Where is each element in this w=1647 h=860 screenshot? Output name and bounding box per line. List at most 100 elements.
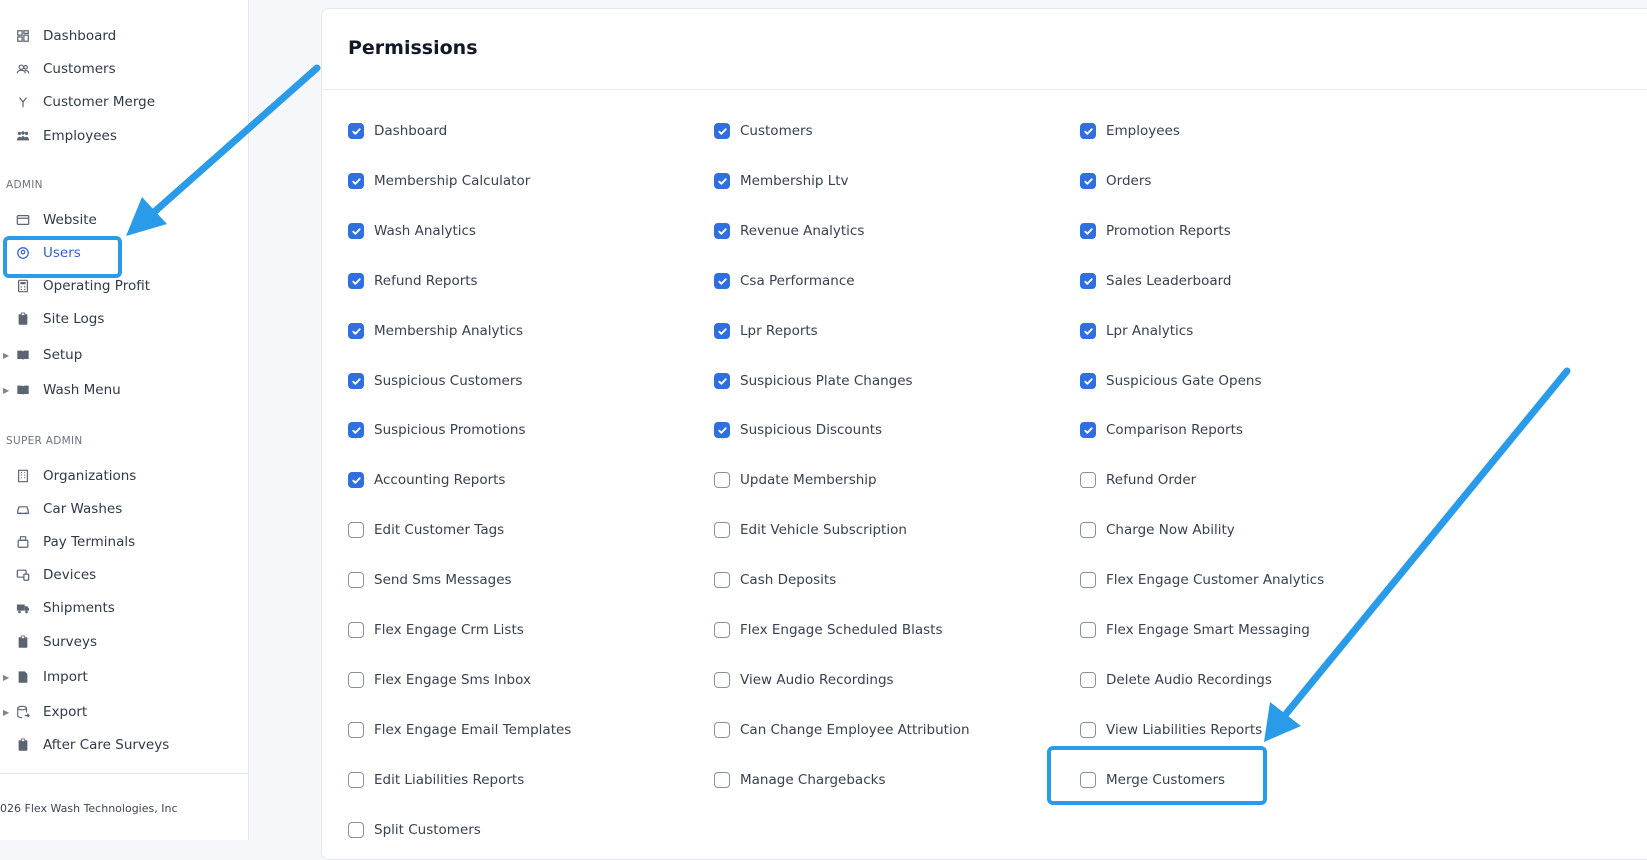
permission-customers[interactable]: Customers <box>714 120 813 142</box>
checkbox-checked[interactable] <box>1080 323 1096 339</box>
checkbox-checked[interactable] <box>348 422 364 438</box>
permission-send-sms-messages[interactable]: Send Sms Messages <box>348 569 512 591</box>
permission-update-membership[interactable]: Update Membership <box>714 469 877 491</box>
chevron-right-icon[interactable]: ▶ <box>3 351 9 360</box>
permission-flex-engage-smart-messaging[interactable]: Flex Engage Smart Messaging <box>1080 619 1310 641</box>
permission-refund-order[interactable]: Refund Order <box>1080 469 1196 491</box>
permission-can-change-employee-attribution[interactable]: Can Change Employee Attribution <box>714 719 970 741</box>
chevron-right-icon[interactable]: ▶ <box>3 386 9 395</box>
permission-accounting-reports[interactable]: Accounting Reports <box>348 469 505 491</box>
permission-refund-reports[interactable]: Refund Reports <box>348 270 478 292</box>
permission-employees[interactable]: Employees <box>1080 120 1180 142</box>
permission-wash-analytics[interactable]: Wash Analytics <box>348 220 476 242</box>
sidebar-item-customers[interactable]: Customers <box>0 55 116 83</box>
checkbox-checked[interactable] <box>714 422 730 438</box>
sidebar-item-wash-menu[interactable]: ▶ Wash Menu <box>0 376 121 404</box>
permission-revenue-analytics[interactable]: Revenue Analytics <box>714 220 864 242</box>
checkbox-checked[interactable] <box>714 323 730 339</box>
sidebar-item-export[interactable]: ▶ Export <box>0 698 87 726</box>
checkbox-unchecked[interactable] <box>714 472 730 488</box>
checkbox-checked[interactable] <box>714 123 730 139</box>
sidebar-item-organizations[interactable]: Organizations <box>0 462 136 490</box>
checkbox-checked[interactable] <box>714 273 730 289</box>
permission-dashboard[interactable]: Dashboard <box>348 120 447 142</box>
sidebar-item-import[interactable]: ▶ Import <box>0 663 88 691</box>
permission-suspicious-discounts[interactable]: Suspicious Discounts <box>714 419 882 441</box>
permission-flex-engage-sms-inbox[interactable]: Flex Engage Sms Inbox <box>348 669 531 691</box>
checkbox-checked[interactable] <box>348 273 364 289</box>
checkbox-unchecked[interactable] <box>714 522 730 538</box>
permission-promotion-reports[interactable]: Promotion Reports <box>1080 220 1231 242</box>
chevron-right-icon[interactable]: ▶ <box>3 708 9 717</box>
sidebar-item-website[interactable]: Website <box>0 206 97 234</box>
sidebar-item-after-care-surveys[interactable]: After Care Surveys <box>0 731 169 759</box>
permission-suspicious-plate-changes[interactable]: Suspicious Plate Changes <box>714 370 913 392</box>
checkbox-unchecked[interactable] <box>1080 472 1096 488</box>
checkbox-unchecked[interactable] <box>1080 622 1096 638</box>
sidebar-item-dashboard[interactable]: Dashboard <box>0 22 116 50</box>
permission-orders[interactable]: Orders <box>1080 170 1151 192</box>
permission-membership-ltv[interactable]: Membership Ltv <box>714 170 849 192</box>
permission-edit-vehicle-subscription[interactable]: Edit Vehicle Subscription <box>714 519 907 541</box>
sidebar-item-surveys[interactable]: Surveys <box>0 628 97 656</box>
checkbox-unchecked[interactable] <box>348 572 364 588</box>
checkbox-checked[interactable] <box>348 373 364 389</box>
checkbox-unchecked[interactable] <box>714 722 730 738</box>
checkbox-unchecked[interactable] <box>1080 522 1096 538</box>
checkbox-unchecked[interactable] <box>348 672 364 688</box>
permission-edit-customer-tags[interactable]: Edit Customer Tags <box>348 519 504 541</box>
chevron-right-icon[interactable]: ▶ <box>3 673 9 682</box>
checkbox-unchecked[interactable] <box>348 822 364 838</box>
permission-manage-chargebacks[interactable]: Manage Chargebacks <box>714 769 885 791</box>
sidebar-item-car-washes[interactable]: Car Washes <box>0 495 122 523</box>
sidebar-item-shipments[interactable]: Shipments <box>0 594 115 622</box>
permission-suspicious-customers[interactable]: Suspicious Customers <box>348 370 522 392</box>
checkbox-unchecked[interactable] <box>714 672 730 688</box>
permission-charge-now-ability[interactable]: Charge Now Ability <box>1080 519 1235 541</box>
permission-membership-calculator[interactable]: Membership Calculator <box>348 170 530 192</box>
checkbox-unchecked[interactable] <box>714 622 730 638</box>
checkbox-unchecked[interactable] <box>348 622 364 638</box>
permission-lpr-analytics[interactable]: Lpr Analytics <box>1080 320 1193 342</box>
checkbox-checked[interactable] <box>714 223 730 239</box>
checkbox-checked[interactable] <box>1080 422 1096 438</box>
permission-split-customers[interactable]: Split Customers <box>348 819 481 841</box>
permission-view-liabilities-reports[interactable]: View Liabilities Reports <box>1080 719 1262 741</box>
permission-view-audio-recordings[interactable]: View Audio Recordings <box>714 669 894 691</box>
checkbox-checked[interactable] <box>1080 373 1096 389</box>
sidebar-item-devices[interactable]: Devices <box>0 561 96 589</box>
checkbox-checked[interactable] <box>714 373 730 389</box>
checkbox-checked[interactable] <box>348 173 364 189</box>
checkbox-unchecked[interactable] <box>348 522 364 538</box>
checkbox-checked[interactable] <box>1080 273 1096 289</box>
checkbox-unchecked[interactable] <box>1080 722 1096 738</box>
checkbox-checked[interactable] <box>1080 173 1096 189</box>
checkbox-unchecked[interactable] <box>714 572 730 588</box>
sidebar-item-customer-merge[interactable]: Customer Merge <box>0 88 155 116</box>
checkbox-checked[interactable] <box>348 323 364 339</box>
permission-delete-audio-recordings[interactable]: Delete Audio Recordings <box>1080 669 1272 691</box>
checkbox-checked[interactable] <box>1080 223 1096 239</box>
checkbox-unchecked[interactable] <box>714 772 730 788</box>
permission-comparison-reports[interactable]: Comparison Reports <box>1080 419 1243 441</box>
checkbox-checked[interactable] <box>1080 123 1096 139</box>
permission-csa-performance[interactable]: Csa Performance <box>714 270 855 292</box>
sidebar-item-site-logs[interactable]: Site Logs <box>0 305 104 333</box>
permission-cash-deposits[interactable]: Cash Deposits <box>714 569 836 591</box>
permission-edit-liabilities-reports[interactable]: Edit Liabilities Reports <box>348 769 524 791</box>
checkbox-checked[interactable] <box>348 472 364 488</box>
permission-flex-engage-email-templates[interactable]: Flex Engage Email Templates <box>348 719 571 741</box>
permission-lpr-reports[interactable]: Lpr Reports <box>714 320 818 342</box>
permission-flex-engage-crm-lists[interactable]: Flex Engage Crm Lists <box>348 619 524 641</box>
permission-membership-analytics[interactable]: Membership Analytics <box>348 320 523 342</box>
checkbox-checked[interactable] <box>348 223 364 239</box>
permission-suspicious-promotions[interactable]: Suspicious Promotions <box>348 419 526 441</box>
sidebar-item-pay-terminals[interactable]: Pay Terminals <box>0 528 135 556</box>
permission-sales-leaderboard[interactable]: Sales Leaderboard <box>1080 270 1232 292</box>
permission-suspicious-gate-opens[interactable]: Suspicious Gate Opens <box>1080 370 1262 392</box>
permission-flex-engage-customer-analytics[interactable]: Flex Engage Customer Analytics <box>1080 569 1324 591</box>
checkbox-unchecked[interactable] <box>1080 672 1096 688</box>
checkbox-unchecked[interactable] <box>348 722 364 738</box>
sidebar-item-setup[interactable]: ▶ Setup <box>0 341 82 369</box>
sidebar-item-employees[interactable]: Employees <box>0 122 117 150</box>
